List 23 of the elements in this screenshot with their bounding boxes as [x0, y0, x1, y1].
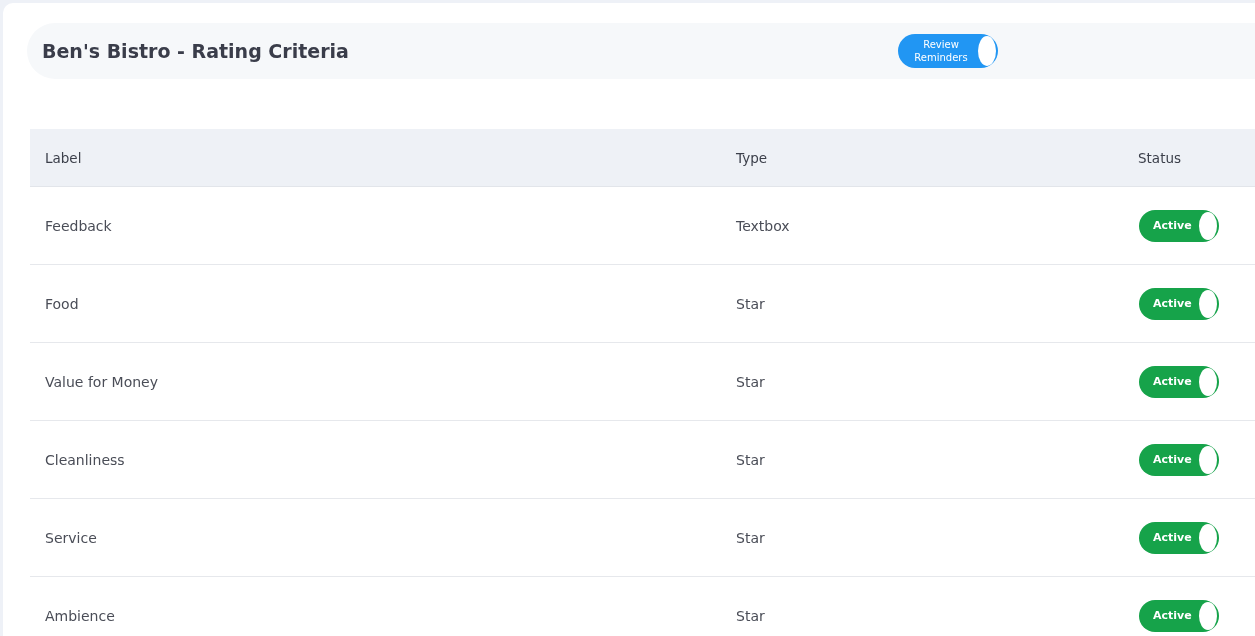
- table-cell: Textbox: [735, 186, 1137, 265]
- table-cell: Service: [30, 498, 735, 577]
- status-toggle[interactable]: Active: [1139, 209, 1219, 242]
- table-cell: Star: [735, 576, 1137, 636]
- table-cell: Star: [735, 342, 1137, 421]
- status-toggle[interactable]: Active: [1139, 365, 1219, 398]
- table-cell: Feedback: [30, 186, 735, 265]
- status-toggle[interactable]: Active: [1139, 443, 1219, 476]
- table-cell: Star: [735, 420, 1137, 499]
- status-toggle[interactable]: Active: [1139, 599, 1219, 632]
- table-cell: Star: [735, 498, 1137, 577]
- table-cell: Star: [735, 264, 1137, 343]
- table-cell: Ambience: [30, 576, 735, 636]
- review-reminders-toggle[interactable]: Review Reminders: [898, 34, 998, 68]
- table-cell: Value for Money: [30, 342, 735, 421]
- column-header: Label: [30, 129, 735, 187]
- table-cell: Cleanliness: [30, 420, 735, 499]
- column-header: Status: [1137, 129, 1255, 187]
- table-cell: Food: [30, 264, 735, 343]
- status-toggle[interactable]: Active: [1139, 521, 1219, 554]
- page-title: Ben's Bistro - Rating Criteria: [42, 40, 350, 62]
- column-header: Type: [735, 129, 1137, 187]
- status-toggle[interactable]: Active: [1139, 287, 1219, 320]
